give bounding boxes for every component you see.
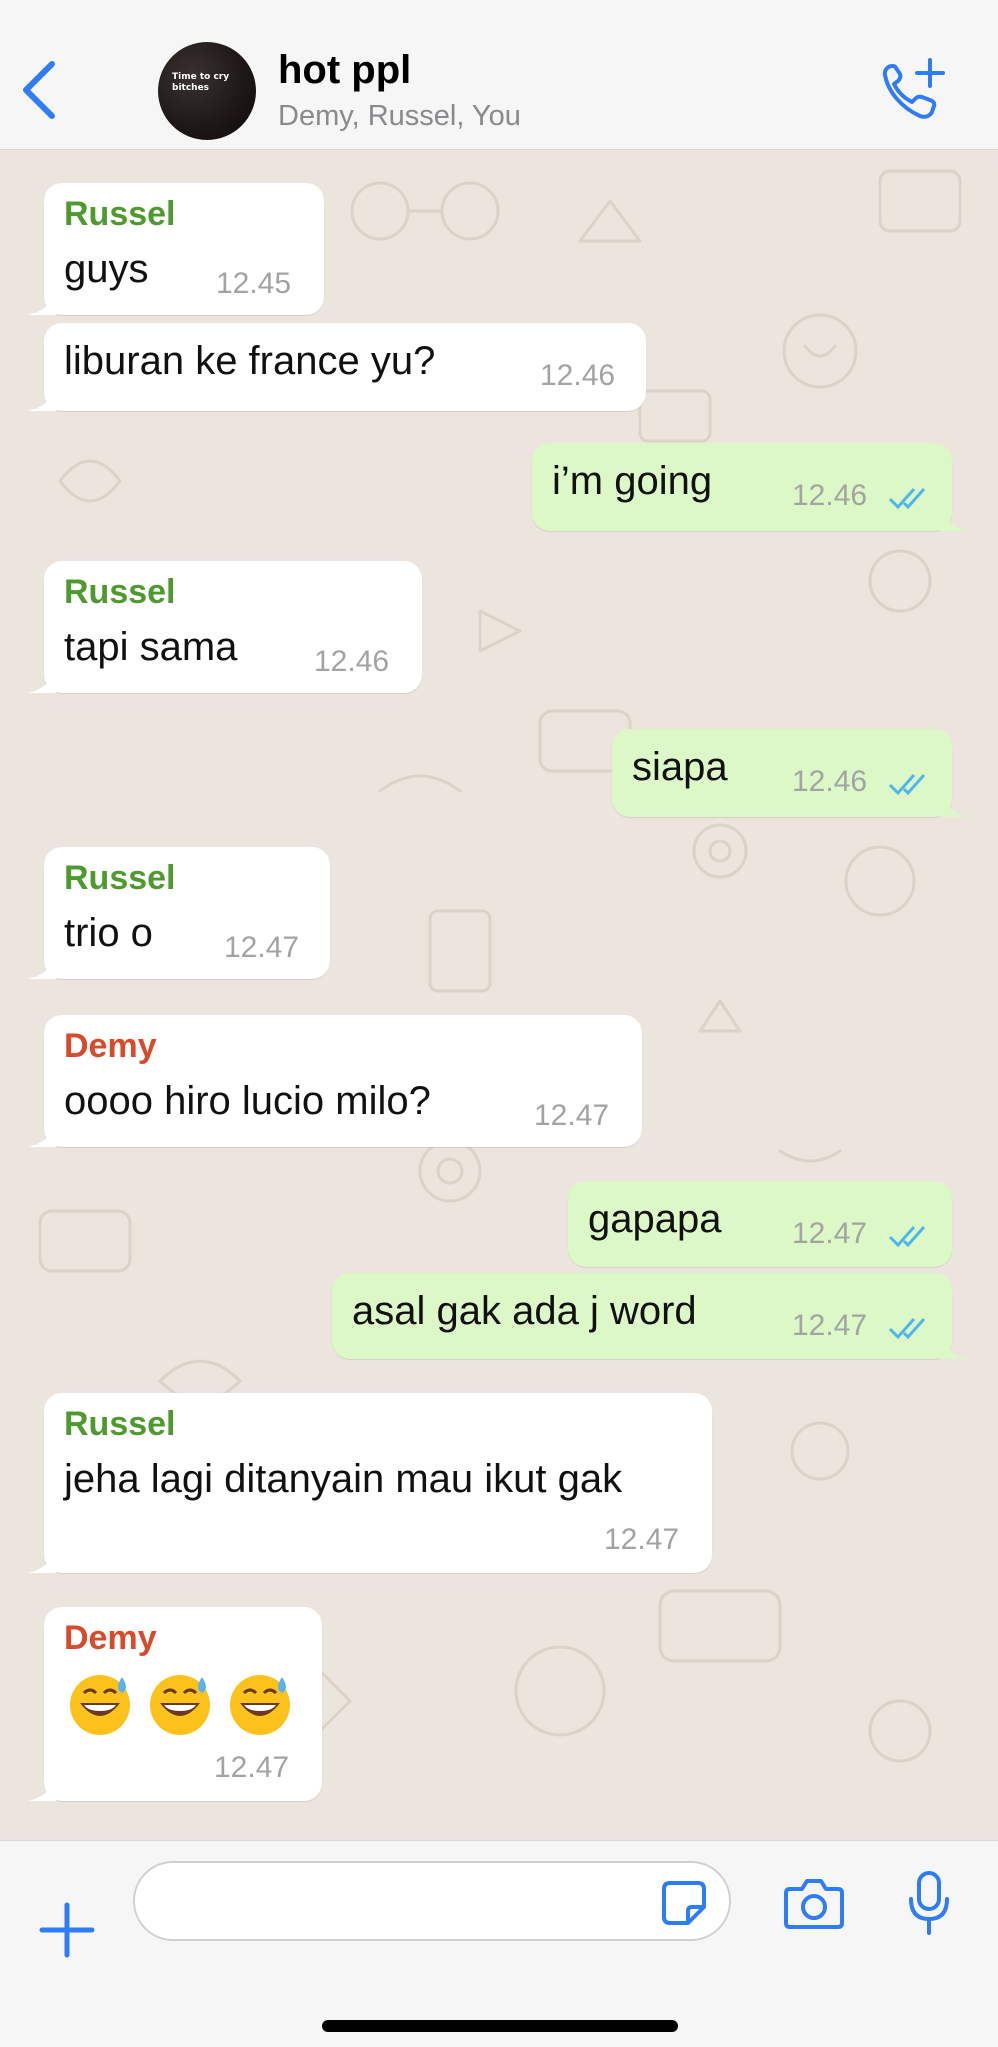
message-time: 12.46 [792,479,868,512]
phone-add-icon[interactable] [878,56,948,126]
message-sender: Demy [64,1027,157,1065]
message-time: 12.47 [604,1523,680,1556]
camera-icon[interactable] [782,1875,846,1931]
message-bubble-outgoing[interactable]: siapa 12.46 [612,729,968,817]
message-text: guys [64,247,149,291]
bubble-tail [28,949,56,979]
message-bubble-outgoing[interactable]: gapapa 12.47 [568,1181,952,1267]
message-time: 12.47 [534,1099,610,1132]
home-indicator[interactable] [322,2020,678,2032]
message-time: 12.46 [314,645,390,678]
group-avatar[interactable]: Time to cry bitches [158,42,256,140]
message-time: 12.47 [214,1751,290,1784]
message-sender: Russel [64,1405,176,1443]
message-bubble-incoming[interactable]: Russel trio o 12.47 [28,847,330,979]
message-time: 12.45 [216,267,292,300]
message-text: siapa [632,745,728,789]
sticker-icon[interactable] [660,1879,708,1927]
bubble-tail [940,787,968,817]
message-bubble-incoming[interactable]: Demy oooo hiro lucio milo? 12.47 [28,1015,642,1147]
message-bubble-incoming[interactable]: Demy 😅😅😅 12.47 [28,1607,322,1801]
message-time: 12.47 [792,1309,868,1342]
read-receipt-icon [888,1226,926,1248]
read-receipt-icon [888,774,926,796]
read-receipt-icon [888,488,926,510]
message-text: liburan ke france yu? [64,339,436,383]
plus-icon[interactable] [38,1901,96,1959]
bubble-tail [28,1117,56,1147]
message-text: tapi sama [64,625,238,669]
bubble-tail [28,285,56,315]
bubble-tail [28,1771,56,1801]
avatar-caption: Time to cry bitches [172,72,230,93]
message-bubble-outgoing[interactable]: i’m going 12.46 [532,443,968,531]
read-receipt-icon [888,1318,926,1340]
back-chevron-icon[interactable] [18,58,62,122]
grinning-sweat-emoji-icon [230,1675,290,1735]
bubble-tail [940,501,968,531]
message-time: 12.46 [792,765,868,798]
message-bubble-incoming[interactable]: Russel guys 12.45 [28,183,324,315]
chat-thread[interactable]: Russel guys 12.45 liburan ke france yu? … [0,151,998,1839]
chat-participants[interactable]: Demy, Russel, You [278,100,521,133]
message-sender: Russel [64,859,176,897]
message-sender: Russel [64,195,176,233]
message-time: 12.47 [792,1217,868,1250]
chat-header: Time to cry bitches hot ppl Demy, Russel… [0,0,998,150]
message-text: asal gak ada j word [352,1289,697,1333]
message-text: trio o [64,911,153,955]
message-input[interactable] [133,1861,731,1941]
message-sender: Russel [64,573,176,611]
bubble-tail [940,1329,968,1359]
message-composer [0,1840,998,2047]
message-sender: Demy [64,1619,157,1657]
message-text: oooo hiro lucio milo? [64,1079,431,1123]
message-text: jeha lagi ditanyain mau ikut gak [64,1457,623,1501]
message-text: gapapa [588,1197,722,1241]
chat-title[interactable]: hot ppl [278,48,411,93]
message-bubble-incoming[interactable]: Russel tapi sama 12.46 [28,561,422,693]
message-bubble-incoming[interactable]: Russel jeha lagi ditanyain mau ikut gak … [28,1393,712,1573]
message-text: i’m going [552,459,713,503]
message-time: 12.46 [540,359,616,392]
microphone-icon[interactable] [906,1869,952,1939]
bubble-tail [28,381,56,411]
message-bubble-outgoing[interactable]: asal gak ada j word 12.47 [332,1273,968,1359]
message-bubble-incoming[interactable]: liburan ke france yu? 12.46 [28,323,646,411]
bubble-tail [28,663,56,693]
bubble-tail [28,1543,56,1573]
message-time: 12.47 [224,931,300,964]
grinning-sweat-emoji-icon [150,1675,210,1735]
grinning-sweat-emoji-icon [70,1675,130,1735]
